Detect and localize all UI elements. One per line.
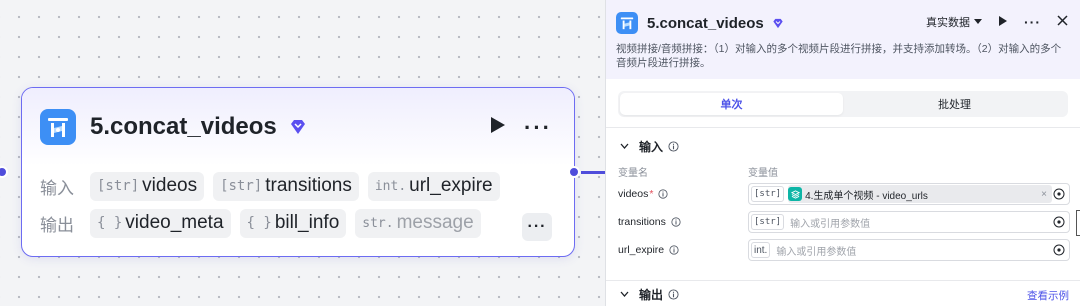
view-example-link[interactable]: 查看示例 [1027, 288, 1069, 303]
chevron-down-icon[interactable] [620, 143, 629, 149]
transitions-value-field[interactable]: [str] 输入或引用参数值 [748, 211, 1070, 233]
col-name-header: 变量名 [618, 168, 648, 179]
node-output-chip: { } bill_info [239, 208, 347, 238]
tab-batch[interactable]: 批处理 [843, 93, 1066, 115]
play-icon[interactable] [998, 15, 1008, 30]
info-icon[interactable] [668, 288, 679, 300]
node-ref-icon [788, 187, 803, 201]
close-icon[interactable] [1057, 15, 1068, 29]
required-mark: * [649, 188, 654, 200]
input-section-title: 输入 [639, 139, 664, 154]
param-row-transitions: transitions [str] 输入或引用参数值 [606, 208, 1080, 236]
data-mode-dropdown[interactable]: 真实数据 [926, 14, 982, 30]
node-input-port[interactable] [0, 166, 8, 178]
param-name: url_expire [618, 244, 748, 256]
reference-chip[interactable]: 4.生成单个视频 - video_urls [788, 185, 1053, 203]
node-input-chip: [str] videos [90, 171, 205, 201]
node-inputs-row: 输入 [str] videos [str] transitions int. url_… [22, 168, 574, 204]
node-input-chip: int. url_expire [367, 171, 500, 201]
variable-picker-icon[interactable] [1053, 244, 1065, 256]
node-input-chip: [str] transitions [213, 171, 359, 201]
param-row-videos: videos * [str] 4.生成单个视频 - video_urls × [606, 180, 1080, 208]
video-concat-icon [40, 109, 76, 145]
clear-icon[interactable]: × [1041, 189, 1047, 200]
node-output-label: 输出 [40, 215, 74, 235]
more-icon[interactable]: ··· [524, 116, 552, 138]
node-output-port[interactable] [568, 166, 580, 178]
param-name: videos * [618, 188, 748, 200]
param-row-url-expire: url_expire int. 输入或引用参数值 [606, 236, 1080, 264]
more-outputs-button[interactable]: ··· [522, 213, 552, 241]
node-header: 5.concat_videos ··· [22, 88, 574, 166]
diamond-icon [289, 119, 307, 135]
chevron-down-icon [974, 19, 982, 24]
variable-picker-icon[interactable] [1053, 188, 1065, 200]
node-outputs-row: 输出 { } video_meta { } bill_info str. messag… [22, 205, 574, 241]
node-title: 5.concat_videos [90, 113, 277, 140]
connection-edge [581, 171, 605, 174]
info-icon[interactable] [669, 245, 679, 255]
node-settings-panel: 5.concat_videos 真实数据 ··· 视频拼接/音频拼接：（1）对输… [605, 0, 1080, 306]
output-section-header[interactable]: 输出 [606, 281, 1080, 306]
node-description: 视频拼接/音频拼接：（1）对输入的多个视频片段进行拼接，并支持添加转场。（2）对… [616, 43, 1062, 69]
type-tag: int. [751, 242, 771, 258]
node-output-chip: str. message [355, 208, 481, 238]
node-output-chip: { } video_meta [90, 208, 231, 238]
variable-picker-icon[interactable] [1053, 216, 1065, 228]
videos-value-field[interactable]: [str] 4.生成单个视频 - video_urls × [748, 183, 1070, 205]
play-icon[interactable] [490, 116, 506, 139]
workflow-canvas[interactable]: 5.concat_videos ··· 输入 [str] videos [str]… [0, 0, 605, 306]
value-placeholder: 输入或引用参数值 [790, 218, 871, 230]
panel-resize-handle[interactable] [1076, 210, 1080, 236]
panel-header: 5.concat_videos 真实数据 ··· 视频拼接/音频拼接：（1）对输… [606, 0, 1080, 79]
input-section-header[interactable]: 输入 [606, 128, 1080, 164]
mode-tabs: 单次 批处理 [606, 79, 1080, 128]
more-icon[interactable]: ··· [1024, 14, 1041, 30]
info-icon[interactable] [668, 140, 679, 152]
col-value-header: 变量值 [748, 168, 778, 179]
output-section: 输出 查看示例 [606, 280, 1080, 306]
info-icon[interactable] [671, 217, 681, 227]
panel-title: 5.concat_videos [647, 14, 764, 32]
type-tag: [str] [751, 214, 785, 230]
type-tag: [str] [751, 186, 785, 202]
diamond-icon [772, 18, 784, 29]
node-input-label: 输入 [40, 178, 74, 198]
value-placeholder: 输入或引用参数值 [776, 246, 857, 258]
url-expire-value-field[interactable]: int. 输入或引用参数值 [748, 239, 1070, 261]
param-column-headers: 变量名 变量值 [606, 164, 1080, 180]
chevron-down-icon[interactable] [620, 291, 629, 297]
tab-single[interactable]: 单次 [620, 93, 843, 115]
video-concat-icon [616, 12, 638, 34]
output-section-title: 输出 [639, 287, 664, 302]
info-icon[interactable] [658, 189, 669, 199]
workflow-node-concat-videos[interactable]: 5.concat_videos ··· 输入 [str] videos [str]… [21, 87, 575, 257]
param-name: transitions [618, 216, 748, 228]
